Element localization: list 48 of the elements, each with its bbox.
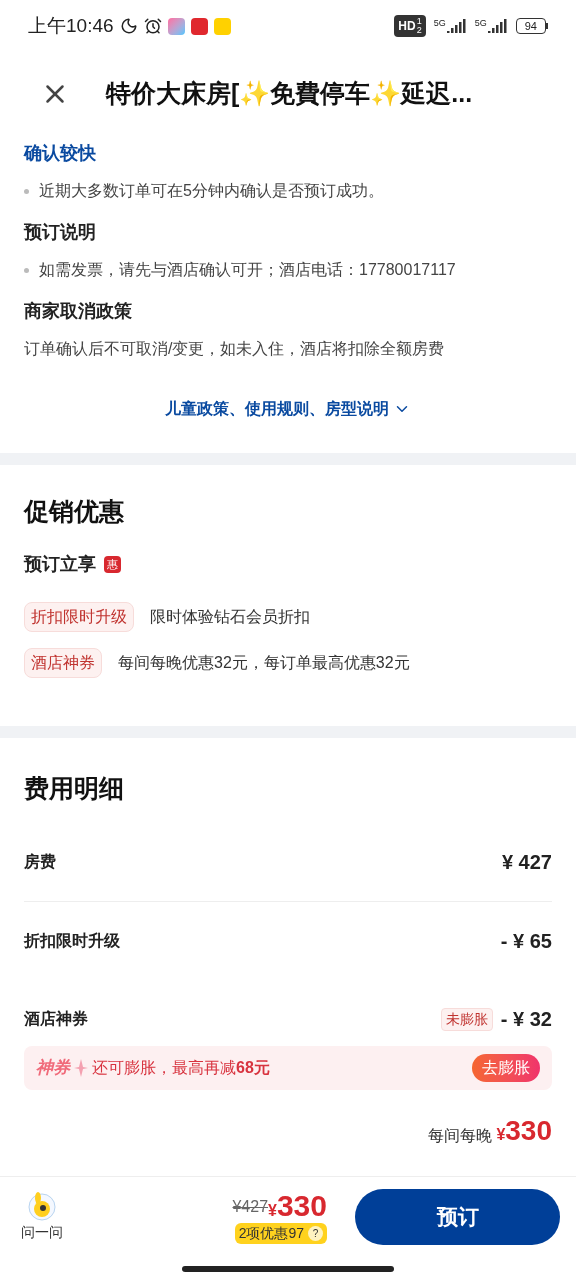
signal-icon — [446, 19, 467, 33]
moon-icon — [119, 17, 138, 35]
signal-icon — [487, 19, 508, 33]
section-heading: 促销优惠 — [24, 496, 125, 527]
section-title: 预订说明 — [24, 221, 97, 244]
bullet-icon — [24, 267, 29, 273]
fee-amount: ¥ 427 — [501, 850, 552, 875]
banner-text: 还可膨胀，最高再减68元 — [92, 1058, 270, 1078]
fee-amount: - ¥ 65 — [500, 929, 552, 954]
discount-badge: 惠 — [104, 555, 121, 573]
section-title: 商家取消政策 — [24, 300, 133, 323]
book-button[interactable]: 预订 — [355, 1189, 560, 1245]
fee-label: 折扣限时升级 — [24, 931, 120, 951]
page-title: 特价大床房[✨免費停车✨延迟... — [106, 78, 473, 110]
app-icon — [167, 17, 185, 35]
section-heading: 费用明细 — [24, 772, 125, 804]
bullet-icon — [24, 188, 29, 194]
battery-icon: 94 — [515, 18, 548, 34]
final-price: ¥330 — [268, 1190, 327, 1223]
help-icon: ? — [308, 1225, 323, 1241]
notice-text: 如需发票，请先与酒店确认可开；酒店电话：17780017117 — [39, 260, 456, 280]
sparkle-icon — [74, 1059, 88, 1077]
section-title: 预订立享 — [24, 552, 96, 576]
section-title: 确认较快 — [24, 142, 97, 165]
notice-text: 近期大多数订单可在5分钟内确认是否预订成功。 — [39, 181, 384, 201]
status-time: 上午10:46 — [28, 13, 114, 38]
promo-text: 限时体验钻石会员折扣 — [150, 606, 310, 627]
alarm-icon — [143, 17, 162, 35]
discount-pill[interactable]: 2项优惠97 ? — [234, 1222, 327, 1244]
per-night-label: 每间每晚 — [428, 1126, 493, 1146]
ask-button[interactable]: 问一问 — [16, 1191, 68, 1243]
network-label: 5G — [474, 19, 487, 28]
more-rules-link[interactable]: 儿童政策、使用规则、房型说明 — [165, 397, 411, 421]
fee-label: 房费 — [24, 852, 56, 872]
network-label: 5G — [433, 19, 446, 28]
app-icon — [190, 17, 208, 35]
price-total: ¥330 — [496, 1114, 552, 1148]
promo-text: 每间每晚优惠32元，每订单最高优惠32元 — [118, 652, 410, 673]
promo-tag: 酒店神券 — [24, 647, 102, 678]
notice-text: 订单确认后不可取消/变更，如未入住，酒店将扣除全额房费 — [24, 339, 445, 359]
status-tag: 未膨胀 — [440, 1007, 493, 1031]
app-icon — [213, 17, 231, 35]
coupon-brand: 神券 — [36, 1057, 70, 1080]
mascot-icon — [27, 1191, 57, 1222]
original-price: ¥427 — [232, 1196, 269, 1215]
promo-tag: 折扣限时升级 — [24, 601, 134, 632]
fee-amount: - ¥ 32 — [500, 1007, 552, 1032]
fee-label: 酒店神券 — [24, 1009, 88, 1029]
